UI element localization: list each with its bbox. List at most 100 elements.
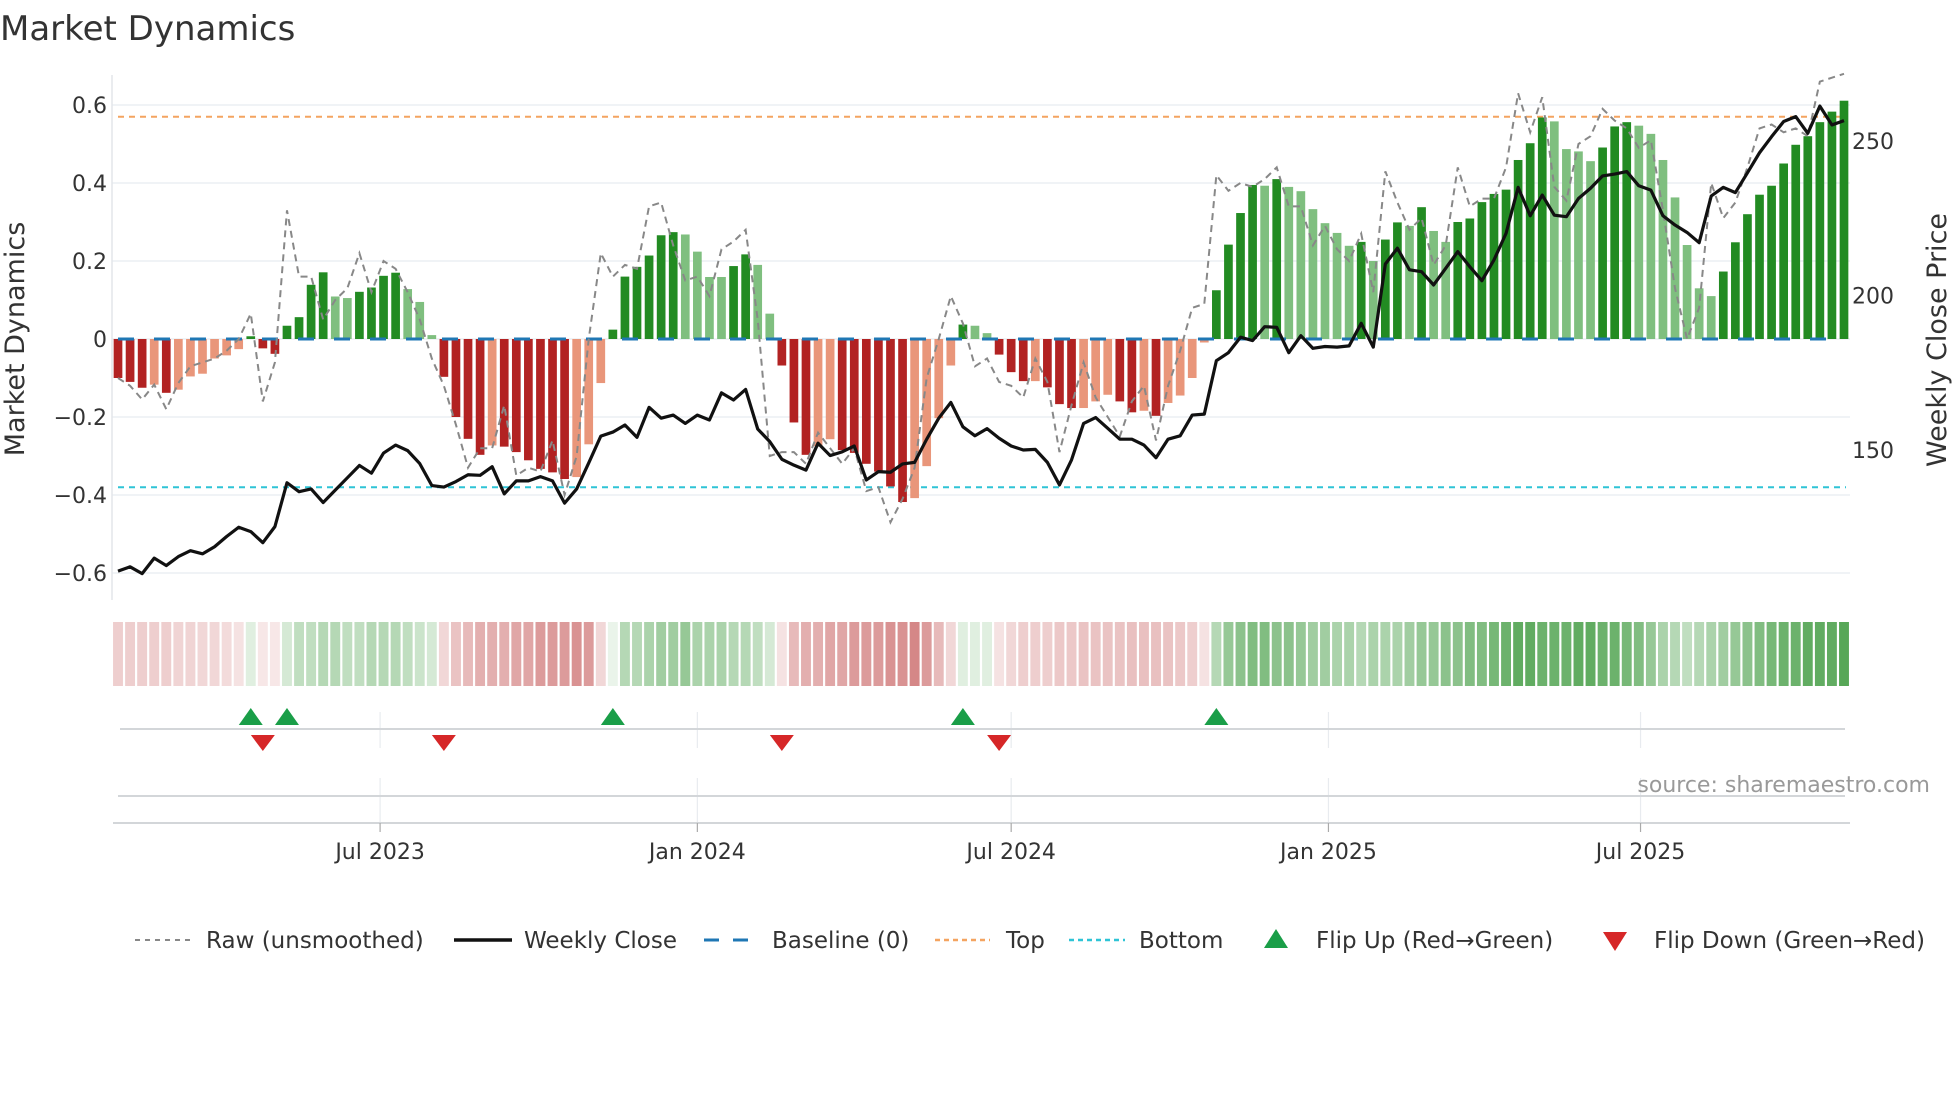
flip-up-marker	[238, 708, 263, 725]
dynamics-bar	[886, 339, 895, 487]
dynamics-bar	[1453, 222, 1463, 339]
strip-cell	[1464, 622, 1475, 686]
dynamics-bar	[1646, 133, 1656, 339]
dynamics-bar	[439, 339, 449, 377]
flip-down-marker	[987, 735, 1012, 751]
strip-cell	[801, 622, 811, 686]
dynamics-bar	[1103, 339, 1113, 395]
strip-cell	[740, 622, 751, 686]
strip-cell	[728, 622, 739, 686]
dynamics-bar	[789, 339, 799, 423]
dynamics-bar	[572, 339, 582, 478]
strip-cell	[1356, 622, 1367, 686]
market-dynamics-chart: Market Dynamics 0.6 0.4 0.2 0 −0.2 −0.4 −0.6 25…	[0, 9, 1953, 954]
strip-cell	[873, 622, 884, 686]
dynamics-bar	[717, 276, 726, 339]
dynamics-bar	[1441, 241, 1451, 339]
dynamics-bar	[1115, 339, 1125, 402]
dynamics-bar	[741, 254, 750, 339]
x-axis: Jul 2023 Jan 2024 Jul 2024 Jan 2025 Jul 2025	[113, 778, 1850, 865]
strip-cell	[1307, 622, 1318, 686]
strip-cell	[402, 622, 413, 686]
dynamics-bar	[1562, 149, 1571, 339]
y-tick-label: 0.6	[72, 94, 107, 119]
strip-cell	[668, 622, 679, 686]
legend-item-close: Weekly Close	[454, 928, 677, 954]
dynamics-bar	[1163, 339, 1173, 403]
strip-cell	[1332, 622, 1343, 686]
dynamics-bar	[1634, 125, 1644, 339]
strip-cell	[390, 622, 401, 686]
strip-cell	[1826, 622, 1837, 686]
dynamics-bar	[1151, 339, 1161, 416]
dynamics-bar	[499, 339, 509, 447]
dynamics-bar	[1622, 122, 1632, 339]
dynamics-bar	[1755, 194, 1764, 339]
bars	[113, 100, 1849, 503]
dynamics-bar	[379, 275, 388, 339]
dynamics-bar	[1767, 185, 1776, 339]
dynamics-bar	[1815, 122, 1825, 339]
strip-cell	[113, 622, 123, 686]
dynamics-bar	[1405, 225, 1414, 339]
x-tick-label: Jul 2025	[1594, 840, 1686, 865]
strip-cell	[825, 622, 836, 686]
dynamics-bar	[1212, 290, 1221, 339]
flip-up-icon	[1264, 929, 1288, 948]
dynamics-bar	[801, 339, 811, 455]
x-tick-label: Jan 2025	[1278, 840, 1377, 865]
dynamics-bar	[367, 287, 376, 339]
strip-cell	[1344, 622, 1355, 686]
dynamics-bar	[355, 291, 364, 339]
y2-tick-label: 200	[1852, 285, 1894, 310]
strip-cell	[897, 622, 908, 686]
strip-cell	[1633, 622, 1644, 686]
strip-cell	[318, 622, 329, 686]
strip-cell	[342, 622, 353, 686]
strip-cell	[1006, 622, 1017, 686]
strip-cell	[366, 622, 377, 686]
strip-cell	[692, 622, 703, 686]
strip-cell	[330, 622, 341, 686]
dynamics-bar	[1694, 288, 1704, 339]
strip-cell	[426, 622, 437, 686]
strip-cell	[776, 622, 787, 686]
legend-item-bottom: Bottom	[1069, 928, 1223, 954]
dynamics-bar	[1320, 223, 1330, 339]
legend-item-flip_up: Flip Up (Red→Green)	[1264, 928, 1553, 954]
dynamics-bar	[765, 313, 775, 339]
dynamics-bar	[149, 339, 159, 385]
strip-cell	[1621, 622, 1632, 686]
strip-cell	[1525, 622, 1536, 686]
strip-cell	[1730, 622, 1741, 686]
strip-cell	[1320, 622, 1330, 686]
dynamics-bar	[1803, 136, 1813, 339]
dynamics-bar	[729, 266, 738, 339]
dynamics-bar	[1501, 189, 1511, 339]
dynamics-bar	[463, 339, 473, 439]
strip-cell	[933, 622, 944, 686]
dynamics-bar	[451, 339, 461, 417]
strip-cell	[788, 622, 799, 686]
strip-cell	[233, 622, 244, 686]
strip-cell	[1658, 622, 1668, 686]
strip-cell	[1066, 622, 1077, 686]
dynamics-bar	[668, 232, 678, 339]
dynamics-bar	[1224, 244, 1233, 339]
strip-cell	[1090, 622, 1101, 686]
strip-cell	[982, 622, 992, 686]
strip-cell	[970, 622, 980, 686]
strip-cell	[1839, 622, 1849, 686]
strip-cell	[475, 622, 486, 686]
strip-cell	[1742, 622, 1753, 686]
dynamics-bar	[294, 317, 304, 339]
strip-cell	[149, 622, 160, 686]
dynamics-bar	[1718, 271, 1728, 339]
strip-cell	[1138, 622, 1149, 686]
y-tick-label: 0.4	[72, 172, 107, 197]
legend-label: Weekly Close	[524, 928, 677, 954]
dynamics-bar	[644, 255, 654, 339]
legend-label: Flip Up (Red→Green)	[1316, 928, 1553, 954]
strip-cell	[644, 622, 655, 686]
dynamics-bar	[475, 339, 485, 455]
